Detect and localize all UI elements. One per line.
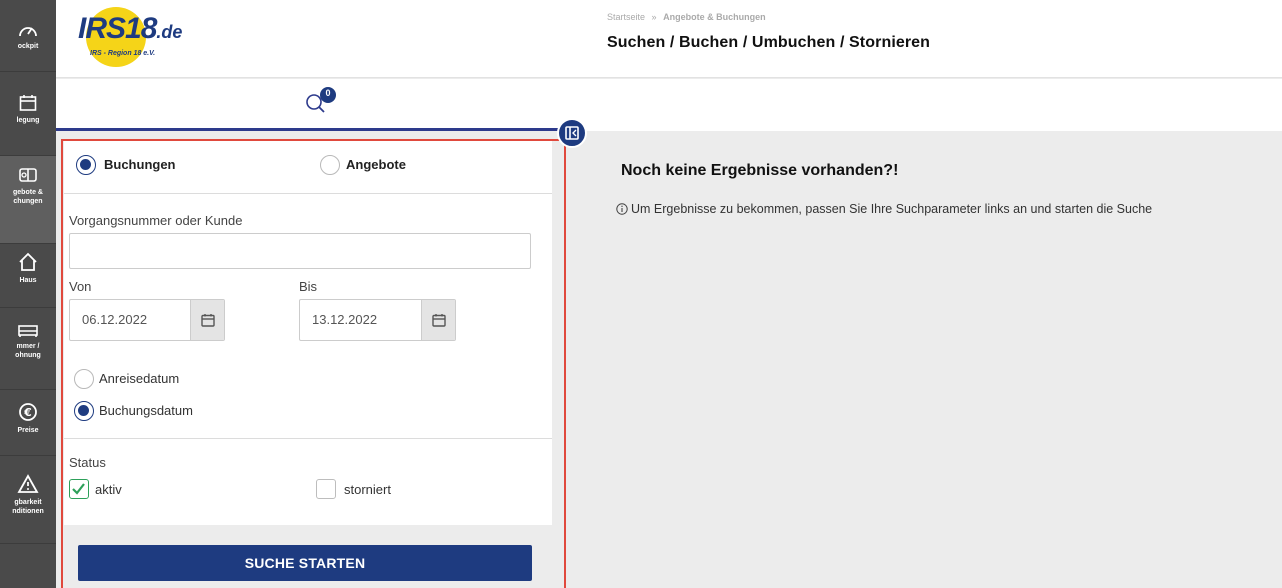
rail-label: legung	[16, 117, 40, 124]
search-panel: Buchungen Angebote Vorgangsnummer oder K…	[56, 131, 564, 588]
radio-angebote[interactable]	[320, 155, 340, 175]
house-icon	[19, 252, 37, 271]
checkbox-aktiv[interactable]	[69, 479, 89, 499]
breadcrumb: Startseite » Angebote & Buchungen	[607, 12, 766, 22]
svg-text:€: €	[23, 406, 32, 419]
checkmark-icon	[72, 483, 85, 495]
breadcrumb-home-link[interactable]: Startseite	[607, 12, 645, 22]
rail-label: gebote & chungen	[13, 189, 43, 205]
divider	[64, 193, 552, 194]
rail-item-belegung[interactable]: legung	[0, 72, 56, 156]
collapse-panel-icon	[565, 126, 579, 140]
radio-buchungsdatum[interactable]	[74, 401, 94, 421]
radio-anreisedatum-label: Anreisedatum	[99, 371, 180, 386]
rail-label: Preise	[17, 427, 39, 434]
results-empty-hint-text: Um Ergebnisse zu bekommen, passen Sie Ih…	[631, 202, 1153, 216]
calendar-icon	[19, 95, 37, 111]
euro-icon: €	[19, 403, 37, 421]
panel-tab-bar	[56, 79, 1282, 131]
from-date-picker-button[interactable]	[190, 300, 224, 340]
radio-buchungsdatum-label: Buchungsdatum	[99, 403, 193, 418]
radio-buchungen[interactable]	[76, 155, 96, 175]
results-empty-hint: Um Ergebnisse zu bekommen, passen Sie Ih…	[616, 202, 1152, 216]
calendar-icon	[201, 314, 215, 327]
query-label: Vorgangsnummer oder Kunde	[69, 213, 243, 228]
breadcrumb-current: Angebote & Buchungen	[663, 12, 766, 22]
to-date-picker-button[interactable]	[421, 300, 455, 340]
to-date-input[interactable]: 13.12.2022	[299, 299, 456, 341]
page-title: Suchen / Buchen / Umbuchen / Stornieren	[607, 34, 931, 51]
rail-item-preise[interactable]: € Preise	[0, 390, 56, 456]
breadcrumb-separator: »	[651, 12, 657, 22]
rail-label: mmer / ohnung	[15, 343, 41, 359]
offers-icon	[19, 168, 37, 182]
from-date-value: 06.12.2022	[82, 312, 148, 327]
logo-subtitle: IRS - Region 18 e.V.	[90, 50, 156, 57]
rail-label: gbarkeit nditionen	[12, 499, 44, 515]
checkbox-storniert-label: storniert	[344, 482, 391, 497]
results-empty-title: Noch keine Ergebnisse vorhanden?!	[621, 162, 899, 179]
side-navigation: ockpit legung gebote & chungen Haus mmer…	[0, 0, 56, 588]
info-icon	[616, 203, 628, 215]
search-badge-count: 0	[325, 88, 331, 98]
from-date-input[interactable]: 06.12.2022	[69, 299, 225, 341]
divider	[64, 438, 552, 439]
rail-item-angebote-buchungen[interactable]: gebote & chungen	[0, 156, 56, 244]
radio-anreisedatum[interactable]	[74, 369, 94, 389]
top-header: IRS18.de IRS - Region 18 e.V. Startseite…	[56, 0, 1282, 78]
logo-main-text: IRS18	[78, 12, 157, 45]
warning-icon	[17, 474, 39, 493]
collapse-panel-button[interactable]	[557, 118, 587, 148]
start-search-button[interactable]: SUCHE STARTEN	[78, 545, 532, 581]
status-label: Status	[69, 455, 106, 470]
rail-item-zimmer-wohnung[interactable]: mmer / ohnung	[0, 308, 56, 390]
checkbox-storniert[interactable]	[316, 479, 336, 499]
rail-label: Haus	[19, 277, 37, 284]
gauge-icon	[19, 27, 37, 37]
to-label: Bis	[299, 279, 318, 294]
logo[interactable]: IRS18.de IRS - Region 18 e.V.	[74, 4, 224, 68]
checkbox-aktiv-label: aktiv	[95, 482, 122, 497]
search-form: Buchungen Angebote Vorgangsnummer oder K…	[64, 141, 552, 525]
bed-icon	[18, 325, 38, 337]
rail-item-haus[interactable]: Haus	[0, 244, 56, 308]
radio-buchungen-label: Buchungen	[104, 157, 176, 172]
from-label: Von	[69, 279, 92, 294]
query-input[interactable]	[69, 233, 531, 269]
saved-searches-tab[interactable]: 0	[302, 86, 338, 123]
to-date-value: 13.12.2022	[312, 312, 378, 327]
rail-label: ockpit	[17, 43, 39, 50]
rail-item-cockpit[interactable]: ockpit	[0, 0, 56, 72]
radio-angebote-label: Angebote	[346, 157, 406, 172]
rail-item-verfuegbarkeit-konditionen[interactable]: gbarkeit nditionen	[0, 456, 56, 544]
logo-tld-text: .de	[156, 22, 183, 42]
calendar-icon	[432, 314, 446, 327]
